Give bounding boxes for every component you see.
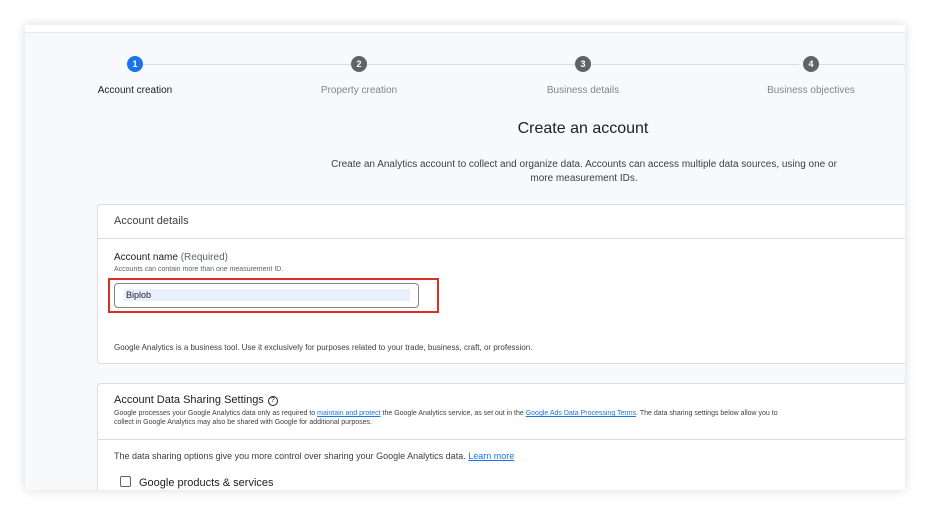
step-label: Property creation bbox=[320, 85, 398, 96]
intro-text: The data sharing options give you more c… bbox=[114, 451, 466, 461]
option-label: Google products & services bbox=[139, 477, 274, 489]
required-marker: (Required) bbox=[180, 252, 228, 263]
setup-stepper: 1 Account creation 2 Property creation 3… bbox=[25, 40, 905, 100]
description-text: the Google Analytics service, as set out… bbox=[382, 410, 524, 417]
app-frame: 1 Account creation 2 Property creation 3… bbox=[25, 25, 905, 490]
description-text: Google processes your Google Analytics d… bbox=[114, 410, 316, 417]
google-products-option[interactable]: Google products & services bbox=[120, 476, 274, 489]
field-label-text: Account name bbox=[114, 252, 178, 263]
ads-terms-link[interactable]: Google Ads Data Processing Terms bbox=[526, 410, 636, 417]
data-sharing-title-text: Account Data Sharing Settings bbox=[114, 394, 264, 406]
account-name-label: Account name (Required) bbox=[114, 252, 228, 263]
checkbox[interactable] bbox=[120, 476, 131, 487]
maintain-protect-link[interactable]: maintain and protect bbox=[317, 410, 380, 417]
step-account-creation[interactable]: 1 Account creation bbox=[55, 56, 215, 96]
step-number: 2 bbox=[351, 56, 367, 72]
step-business-details[interactable]: 3 Business details bbox=[503, 56, 663, 96]
highlight-box bbox=[108, 278, 439, 313]
help-icon[interactable]: ? bbox=[267, 396, 278, 406]
top-bar bbox=[25, 25, 905, 33]
divider bbox=[98, 439, 905, 440]
page-description: Create an Analytics account to collect a… bbox=[331, 159, 837, 184]
step-number: 3 bbox=[575, 56, 591, 72]
business-tool-note: Google Analytics is a business tool. Use… bbox=[114, 343, 533, 352]
step-property-creation[interactable]: 2 Property creation bbox=[279, 56, 439, 96]
data-sharing-card: Account Data Sharing Settings? Google pr… bbox=[97, 383, 905, 490]
description-text: collect in Google Analytics may also be … bbox=[114, 419, 372, 426]
step-label: Account creation bbox=[97, 85, 173, 96]
data-sharing-description: Google processes your Google Analytics d… bbox=[114, 409, 905, 427]
step-number: 4 bbox=[803, 56, 819, 72]
section-title: Account details bbox=[98, 205, 905, 239]
field-hint: Accounts can contain more than one measu… bbox=[114, 266, 284, 273]
step-number: 1 bbox=[127, 56, 143, 72]
step-business-objectives[interactable]: 4 Business objectives bbox=[731, 56, 891, 96]
step-label: Business details bbox=[546, 85, 620, 96]
data-sharing-title: Account Data Sharing Settings? bbox=[114, 394, 278, 406]
step-label: Business objectives bbox=[767, 85, 855, 96]
page-title: Create an account bbox=[517, 120, 649, 137]
account-details-card: Account details Account name (Required) … bbox=[97, 204, 905, 364]
description-text: . The data sharing settings below allow … bbox=[636, 410, 778, 417]
sharing-intro: The data sharing options give you more c… bbox=[114, 451, 514, 461]
learn-more-link[interactable]: Learn more bbox=[468, 451, 514, 461]
